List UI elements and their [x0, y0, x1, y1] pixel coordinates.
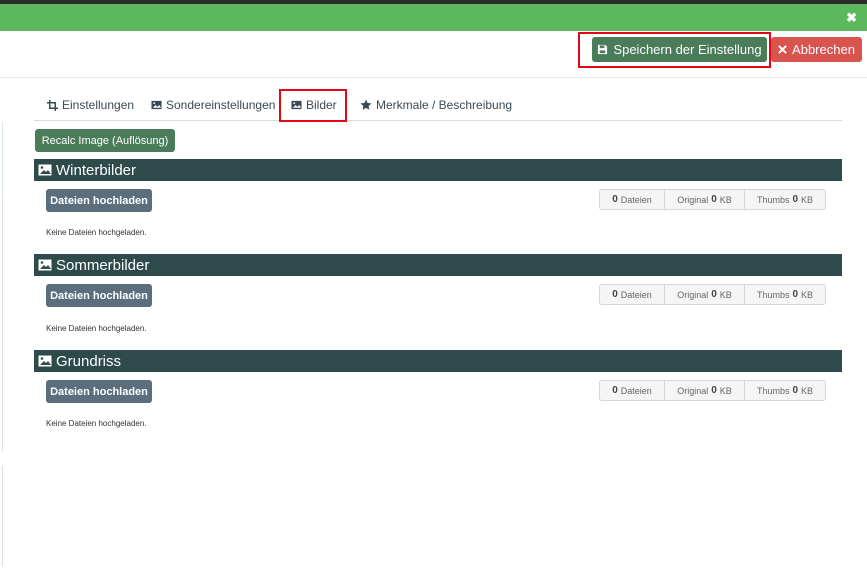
- image-icon: [38, 355, 52, 367]
- cancel-button-label: Abbrechen: [792, 42, 855, 57]
- file-stats: 0 Dateien Original 0 KB Thumbs 0 KB: [599, 380, 826, 401]
- close-icon[interactable]: ✖: [846, 10, 857, 26]
- left-panel-edge: [0, 466, 3, 566]
- section-title: Grundriss: [56, 352, 122, 370]
- cancel-button[interactable]: Abbrechen: [771, 37, 862, 62]
- section-header-grundriss: Grundriss: [34, 350, 842, 372]
- tab-sondereinstellungen[interactable]: Sondereinstellungen: [151, 90, 275, 120]
- stat-original: Original 0 KB: [665, 285, 745, 304]
- stat-files: 0 Dateien: [600, 381, 665, 400]
- tab-bar: Einstellungen Sondereinstellungen Bilder…: [34, 90, 842, 121]
- tab-bilder-highlight: [279, 89, 347, 122]
- image-icon: [151, 100, 162, 110]
- stat-thumbs: Thumbs 0 KB: [756, 289, 814, 300]
- upload-files-button[interactable]: Dateien hochladen: [46, 380, 152, 403]
- section-title: Sommerbilder: [56, 256, 150, 274]
- save-button-label: Speichern der Einstellung: [613, 42, 762, 57]
- tab-label: Einstellungen: [62, 98, 135, 112]
- file-stats: 0 Dateien Original 0 KB Thumbs 0 KB: [599, 189, 826, 210]
- stat-thumbs: Thumbs 0 KB: [756, 194, 814, 205]
- stat-files: 0 Dateien: [600, 285, 665, 304]
- star-icon: [360, 99, 372, 110]
- upload-files-button[interactable]: Dateien hochladen: [46, 284, 152, 307]
- floppy-disk-icon: [598, 44, 608, 55]
- close-icon: [778, 45, 787, 54]
- upload-files-button[interactable]: Dateien hochladen: [46, 189, 152, 212]
- image-icon: [38, 164, 52, 176]
- crop-icon: [47, 99, 58, 111]
- stat-files: 0 Dateien: [600, 190, 665, 209]
- section-header-winterbilder: Winterbilder: [34, 159, 842, 181]
- section-header-sommerbilder: Sommerbilder: [34, 254, 842, 276]
- tab-einstellungen[interactable]: Einstellungen: [47, 90, 134, 120]
- left-panel-edge: [0, 196, 3, 451]
- file-stats: 0 Dateien Original 0 KB Thumbs 0 KB: [599, 284, 826, 305]
- stat-original: Original 0 KB: [665, 190, 745, 209]
- tab-merkmale[interactable]: Merkmale / Beschreibung: [360, 90, 512, 120]
- modal-header-bar: ✖: [0, 4, 867, 31]
- recalc-image-button[interactable]: Recalc Image (Auflösung): [35, 129, 175, 152]
- image-icon: [38, 259, 52, 271]
- tab-label: Sondereinstellungen: [166, 98, 276, 112]
- empty-files-message: Keine Dateien hochgeladen.: [46, 324, 147, 333]
- tab-label: Merkmale / Beschreibung: [376, 98, 513, 112]
- section-title: Winterbilder: [56, 161, 137, 179]
- empty-files-message: Keine Dateien hochgeladen.: [46, 228, 147, 237]
- stat-original: Original 0 KB: [665, 381, 745, 400]
- stat-thumbs: Thumbs 0 KB: [756, 385, 814, 396]
- save-button[interactable]: Speichern der Einstellung: [592, 37, 767, 62]
- empty-files-message: Keine Dateien hochgeladen.: [46, 419, 147, 428]
